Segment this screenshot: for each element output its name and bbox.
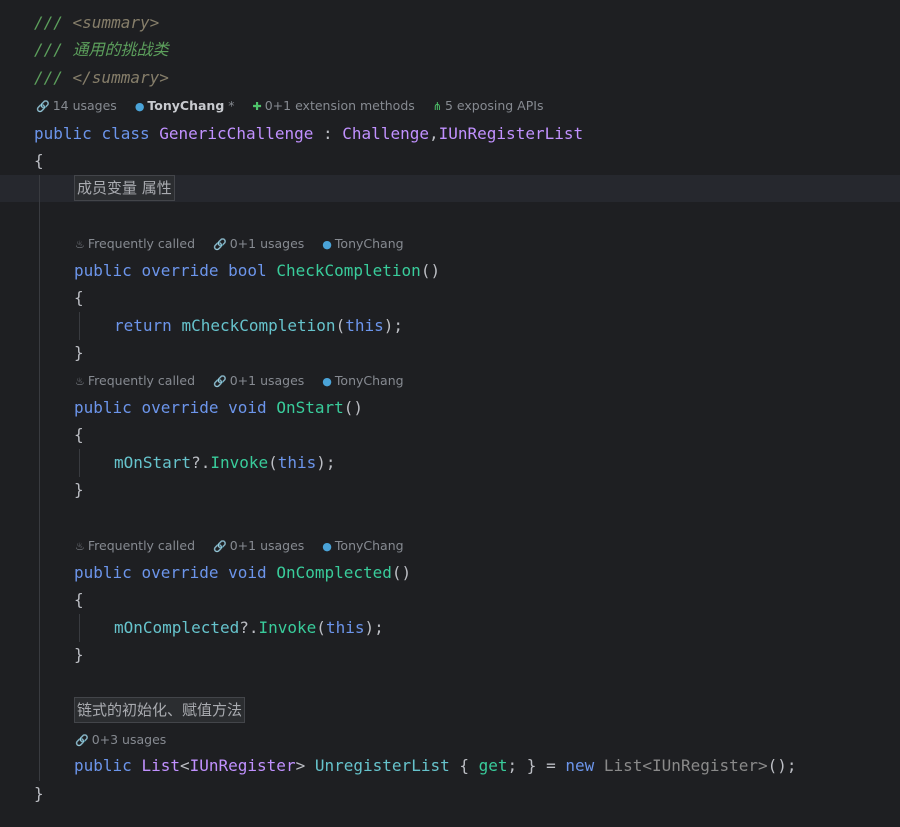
author-hint[interactable]: ● TonyChang (322, 536, 403, 557)
link-icon: 🔗 (213, 375, 227, 388)
comment-text: /// 通用的挑战类 (34, 40, 169, 59)
user-icon: ● (322, 375, 332, 388)
property-declaration: public List<IUnRegister> UnregisterList … (74, 756, 797, 775)
author-hint[interactable]: ● TonyChang (322, 371, 403, 392)
hierarchy-icon: ⋔ (432, 100, 442, 113)
indent-guide (39, 175, 40, 781)
doc-comment-line: /// 通用的挑战类 (34, 36, 169, 63)
frequency-hint[interactable]: ♨ Frequently called (75, 371, 195, 392)
flame-icon: ♨ (75, 238, 85, 251)
close-brace: } (74, 645, 84, 664)
usages-hint[interactable]: 🔗 0+1 usages (213, 536, 304, 557)
method-signature: public override bool CheckCompletion() (74, 261, 441, 280)
collapsed-region[interactable]: 链式的初始化、赋值方法 (74, 697, 246, 723)
link-icon: 🔗 (75, 734, 89, 747)
close-brace: } (74, 343, 84, 362)
close-brace: } (34, 784, 44, 803)
open-brace: { (34, 151, 44, 170)
author-hint[interactable]: ● TonyChang (322, 234, 403, 255)
flame-icon: ♨ (75, 540, 85, 553)
open-brace: { (74, 590, 84, 609)
exposing-apis-hint[interactable]: ⋔ 5 exposing APIs (433, 96, 544, 117)
frequency-hint[interactable]: ♨ Frequently called (75, 536, 195, 557)
doc-comment-line: /// <summary> (34, 9, 159, 36)
method-body: return mCheckCompletion(this); (114, 316, 403, 335)
user-icon: ● (322, 238, 332, 251)
comment-prefix: /// (34, 13, 73, 32)
method-body: mOnComplected?.Invoke(this); (114, 618, 384, 637)
method-name[interactable]: OnComplected (276, 563, 392, 582)
comment-tag: <summary> (72, 13, 160, 32)
flame-icon: ♨ (75, 375, 85, 388)
indent-guide (79, 614, 80, 642)
user-icon: ● (134, 100, 145, 113)
class-name[interactable]: GenericChallenge (159, 124, 313, 143)
class-declaration: public class GenericChallenge : Challeng… (34, 124, 584, 143)
author-hint[interactable]: ● TonyChang * (135, 96, 235, 117)
open-brace: { (74, 288, 84, 307)
link-icon: 🔗 (213, 238, 227, 251)
method-signature: public override void OnComplected() (74, 563, 412, 582)
user-icon: ● (322, 540, 332, 553)
comment-tag: </summary> (72, 68, 169, 87)
link-icon: 🔗 (36, 100, 50, 113)
method-name[interactable]: CheckCompletion (276, 261, 421, 280)
keyword-public: public (34, 124, 92, 143)
doc-comment-line: /// </summary> (34, 64, 169, 91)
method-name[interactable]: OnStart (276, 398, 343, 417)
usages-hint[interactable]: 🔗 14 usages (36, 96, 117, 117)
property-code-vision: 🔗 0+3 usages (75, 730, 180, 750)
collapsed-region[interactable]: 成员变量 属性 (74, 175, 175, 201)
comment-prefix: /// (34, 68, 73, 87)
method-code-vision: ♨ Frequently called 🔗 0+1 usages ● TonyChan… (75, 371, 418, 391)
usages-hint[interactable]: 🔗 0+3 usages (75, 730, 166, 751)
method-code-vision: ♨ Frequently called 🔗 0+1 usages ● TonyChan… (75, 234, 418, 254)
class-code-vision: 🔗 14 usages ● TonyChang * ✚ 0+1 extension m… (36, 96, 557, 116)
interface-name[interactable]: IUnRegisterList (439, 124, 584, 143)
indent-guide (79, 312, 80, 340)
keyword-class: class (101, 124, 150, 143)
close-brace: } (74, 480, 84, 499)
frequency-hint[interactable]: ♨ Frequently called (75, 234, 195, 255)
method-code-vision: ♨ Frequently called 🔗 0+1 usages ● TonyChan… (75, 536, 418, 556)
puzzle-icon: ✚ (252, 100, 262, 113)
usages-hint[interactable]: 🔗 0+1 usages (213, 371, 304, 392)
open-brace: { (74, 425, 84, 444)
indent-guide (79, 449, 80, 477)
base-class[interactable]: Challenge (342, 124, 429, 143)
extension-methods-hint[interactable]: ✚ 0+1 extension methods (253, 96, 415, 117)
link-icon: 🔗 (213, 540, 227, 553)
property-name[interactable]: UnregisterList (315, 756, 450, 775)
method-signature: public override void OnStart() (74, 398, 364, 417)
usages-hint[interactable]: 🔗 0+1 usages (213, 234, 304, 255)
method-body: mOnStart?.Invoke(this); (114, 453, 336, 472)
